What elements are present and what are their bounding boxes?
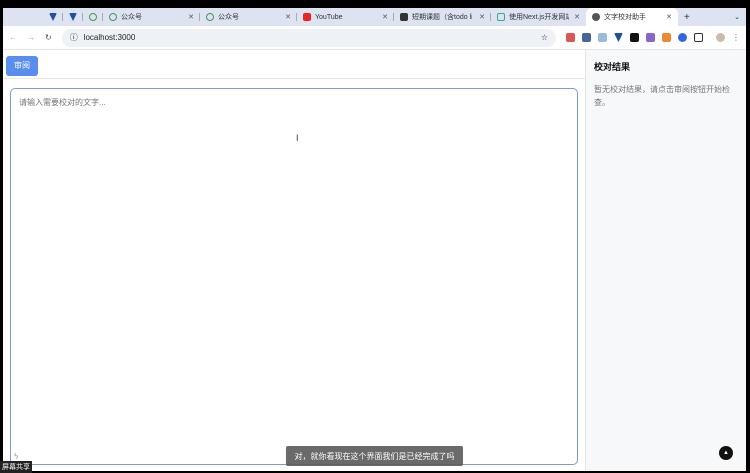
browser-window: 公众号 ✕ 公众号 ✕ YouTube ✕ 短期课题（含todo list ✕ 使用Ne… xyxy=(3,8,746,471)
extension-icon[interactable] xyxy=(566,33,575,42)
page-icon xyxy=(497,13,505,21)
close-icon[interactable]: ✕ xyxy=(188,13,194,21)
tab-pinned-2[interactable] xyxy=(63,8,83,26)
address-bar: ← → ↻ ⓘ localhost:3000 ☆ ⋮ xyxy=(3,26,746,50)
triangle-up-icon: ▲ xyxy=(723,450,729,456)
tab-notion[interactable]: 短期课题（含todo list ✕ xyxy=(394,8,491,26)
close-icon[interactable]: ✕ xyxy=(285,13,291,21)
notion-icon xyxy=(400,13,408,21)
reload-icon[interactable]: ↻ xyxy=(45,33,52,42)
cloud-icon xyxy=(206,13,214,21)
tab-gongzhonghao-1[interactable]: 公众号 ✕ xyxy=(103,8,200,26)
vue-icon xyxy=(49,13,57,21)
extension-icon[interactable] xyxy=(598,33,607,42)
globe-icon xyxy=(592,13,600,21)
close-icon[interactable]: ✕ xyxy=(382,13,388,21)
extension-icon[interactable] xyxy=(662,33,671,42)
back-icon[interactable]: ← xyxy=(9,33,17,42)
url-field[interactable]: ⓘ localhost:3000 ☆ xyxy=(61,28,556,47)
scroll-top-button[interactable]: ▲ xyxy=(719,446,733,460)
new-tab-button[interactable]: + xyxy=(678,8,696,26)
star-icon[interactable]: ☆ xyxy=(541,33,548,42)
subtitle-caption: 对，就你看现在这个界面我们是已经完成了吗 xyxy=(286,446,463,466)
info-icon: ⓘ xyxy=(69,33,78,42)
screen-share-label: 屏幕共享 xyxy=(0,461,32,473)
cloud-icon xyxy=(109,13,117,21)
app-page: 审阅 校对结果 暂无校对结果，请点击审阅按钮开始检查。 xyxy=(3,50,746,471)
bolt-icon: ϟ xyxy=(14,452,19,461)
menu-icon[interactable]: ⋮ xyxy=(732,33,740,42)
extension-icon[interactable] xyxy=(678,33,687,42)
tab-pinned-3[interactable] xyxy=(83,8,103,26)
vue-icon[interactable] xyxy=(614,33,623,42)
toolbar: 审阅 xyxy=(3,50,585,79)
close-icon[interactable]: ✕ xyxy=(479,13,485,21)
plus-icon: + xyxy=(684,11,690,23)
tab-bar: 公众号 ✕ 公众号 ✕ YouTube ✕ 短期课题（含todo list ✕ 使用Ne… xyxy=(3,8,746,26)
tab-nextjs[interactable]: 使用Next.js开发网站 ✕ xyxy=(491,8,586,26)
avatar[interactable] xyxy=(716,33,725,42)
extensions: ⋮ xyxy=(566,33,740,42)
review-button[interactable]: 审阅 xyxy=(6,55,38,76)
forward-icon[interactable]: → xyxy=(27,33,35,42)
close-icon[interactable]: ✕ xyxy=(666,13,672,21)
extension-icon[interactable] xyxy=(630,33,639,42)
text-cursor-icon: I xyxy=(296,133,299,143)
close-icon[interactable]: ✕ xyxy=(574,13,580,21)
tab-pinned-1[interactable] xyxy=(43,8,63,26)
extension-icon[interactable] xyxy=(646,33,655,42)
tab-proofreader[interactable]: 文字校对助手 ✕ xyxy=(586,8,678,26)
results-title: 校对结果 xyxy=(594,62,631,72)
results-panel: 校对结果 暂无校对结果，请点击审阅按钮开始检查。 xyxy=(585,50,746,471)
vue-icon xyxy=(69,13,77,21)
extension-icon[interactable] xyxy=(582,33,591,42)
youtube-icon xyxy=(303,13,311,21)
puzzle-icon[interactable] xyxy=(694,33,703,42)
text-input[interactable] xyxy=(10,88,578,465)
tab-youtube[interactable]: YouTube ✕ xyxy=(297,8,394,26)
tab-search-chevron-icon[interactable]: ⌄ xyxy=(734,13,740,21)
cloud-icon xyxy=(89,13,97,21)
tab-gongzhonghao-2[interactable]: 公众号 ✕ xyxy=(200,8,297,26)
editor-pane: 审阅 xyxy=(3,50,585,471)
results-empty-message: 暂无校对结果，请点击审阅按钮开始检查。 xyxy=(594,85,730,107)
